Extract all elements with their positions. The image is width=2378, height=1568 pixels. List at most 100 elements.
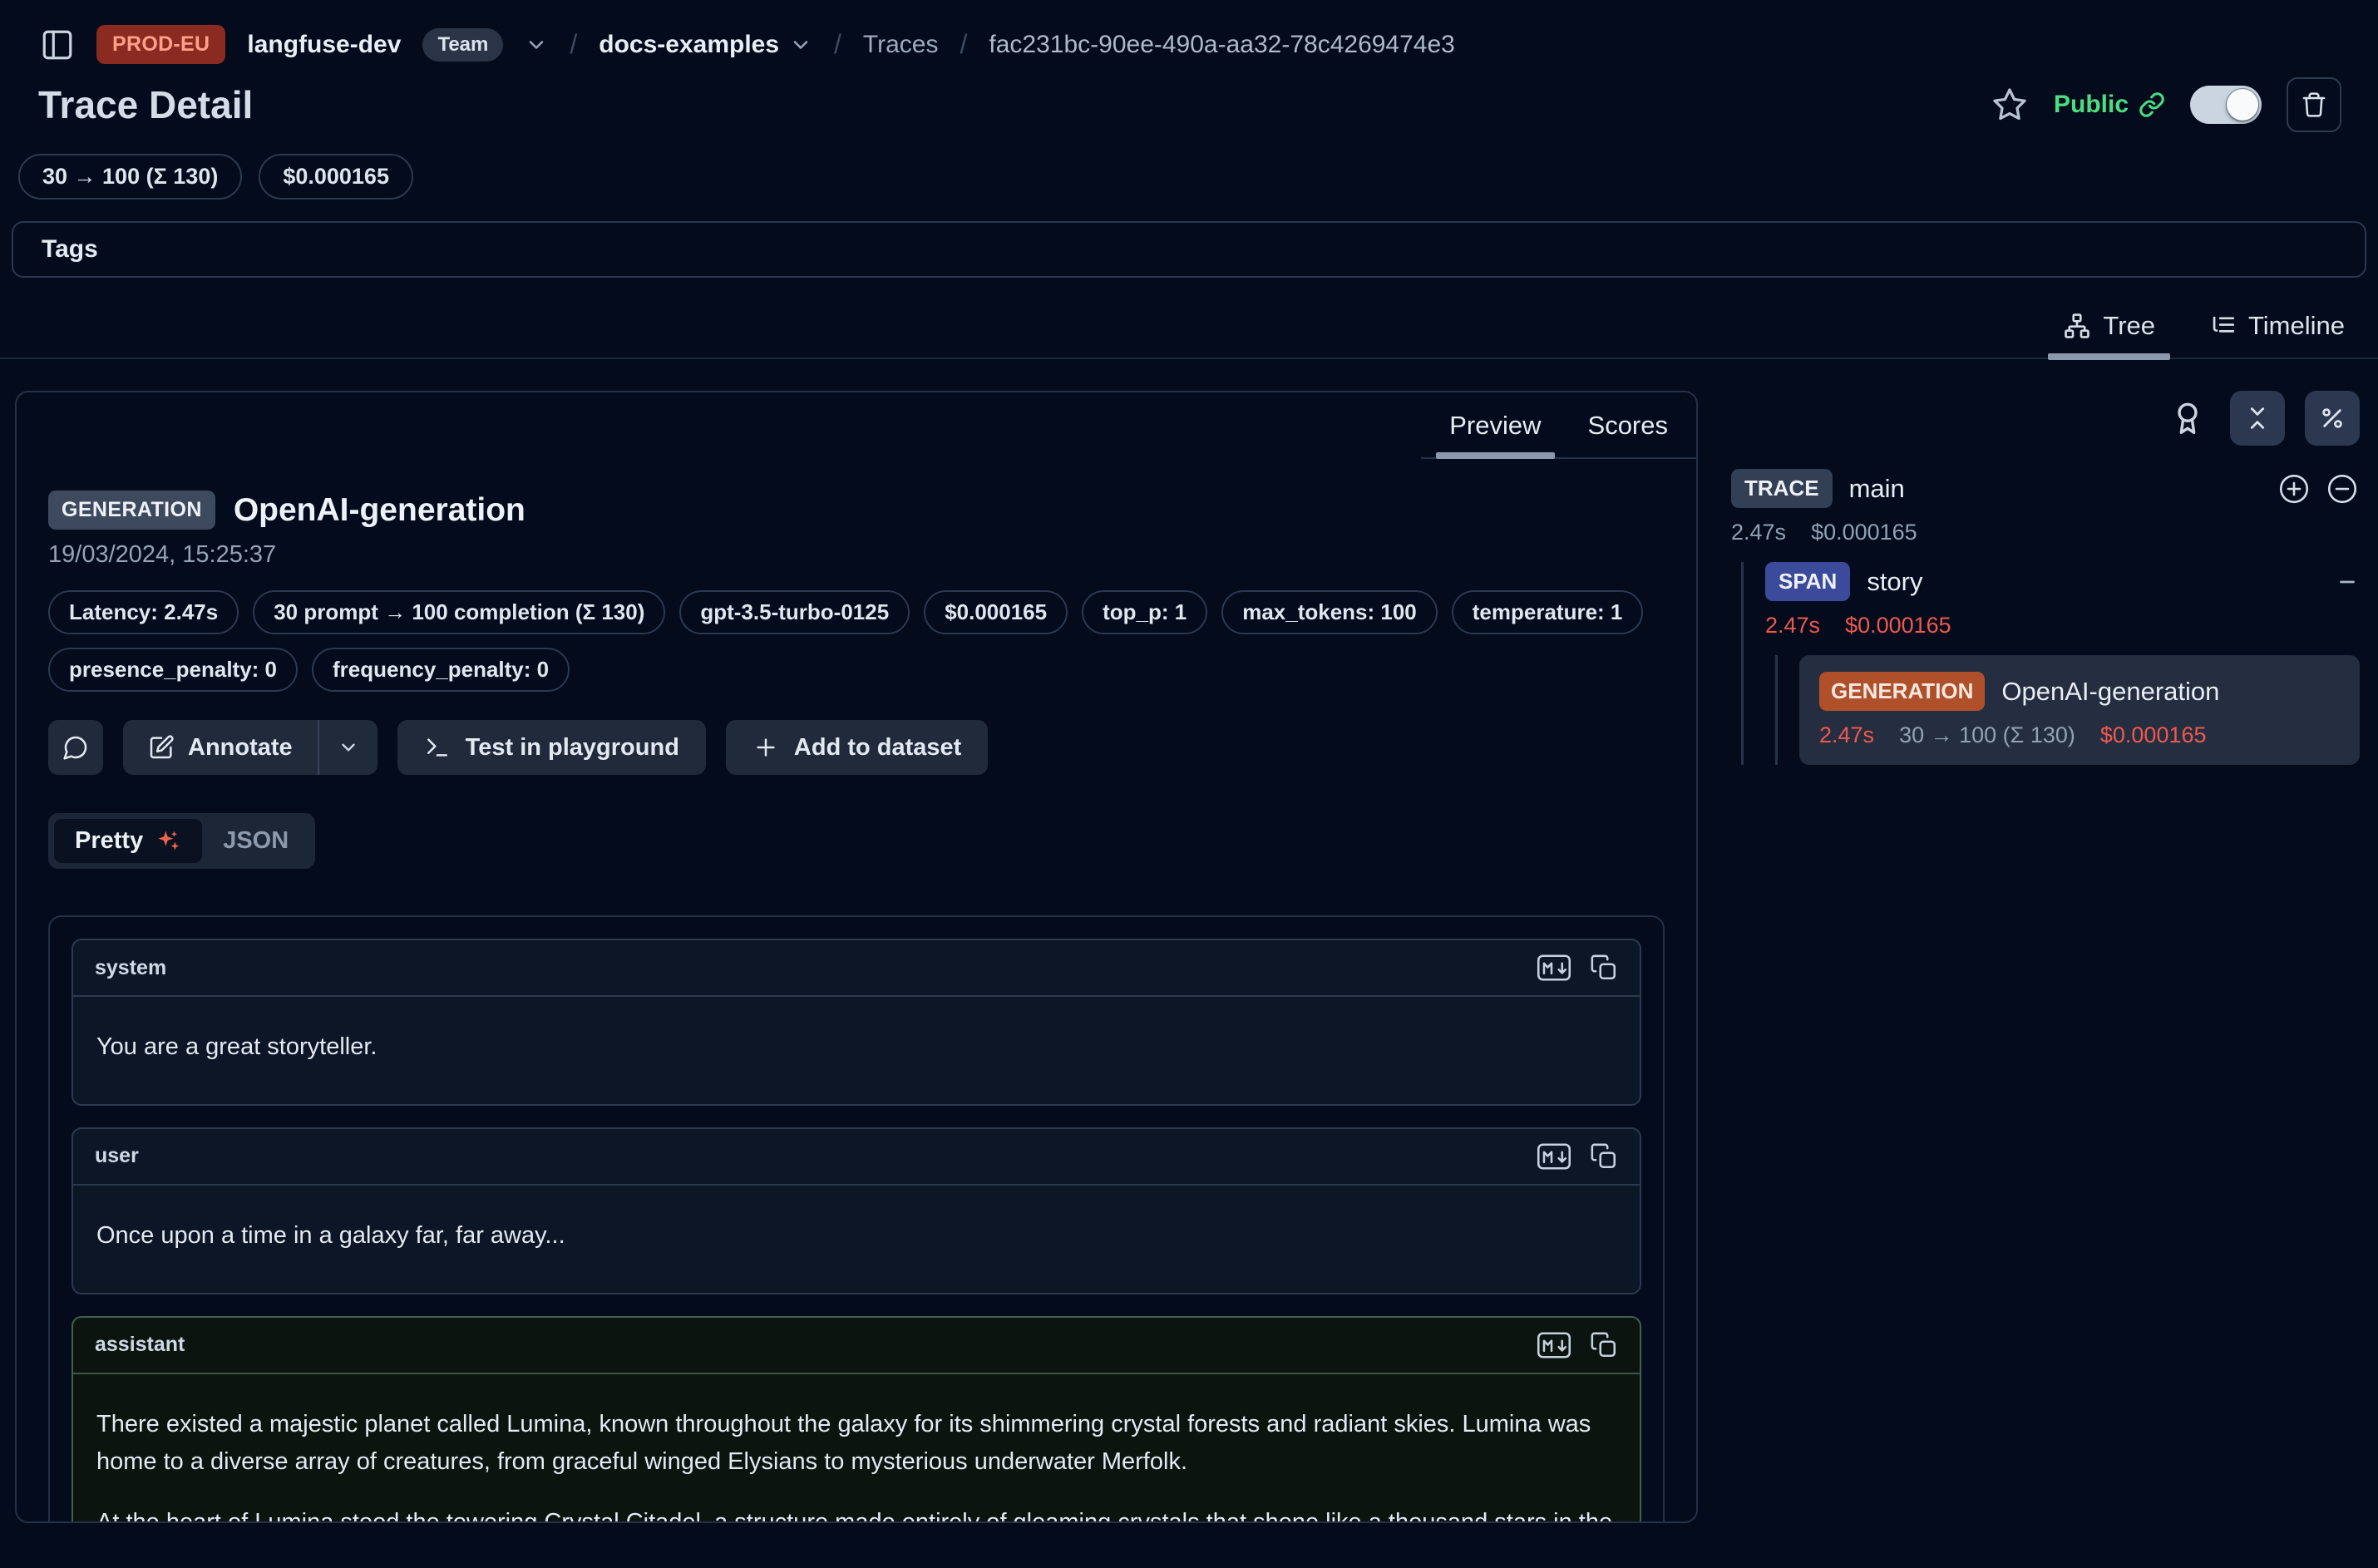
trash-icon bbox=[2301, 91, 2327, 118]
terminal-icon bbox=[424, 734, 451, 761]
award-icon[interactable] bbox=[2168, 399, 2210, 437]
presence-penalty-badge: presence_penalty: 0 bbox=[48, 648, 298, 692]
environment-badge[interactable]: PROD-EU bbox=[96, 25, 225, 64]
percent-icon bbox=[2319, 405, 2346, 431]
message-content: You are a great storyteller. bbox=[73, 997, 1640, 1104]
collapse-node-icon[interactable] bbox=[2335, 570, 2360, 594]
token-usage-badge: 30 prompt → 100 completion (Σ 130) bbox=[253, 590, 665, 634]
zoom-in-icon[interactable] bbox=[2277, 471, 2311, 506]
span-metrics: 2.47s $0.000165 bbox=[1765, 613, 2360, 639]
format-pretty-button[interactable]: Pretty bbox=[54, 819, 202, 863]
message-system: system You are a great storyteller. bbox=[72, 939, 1641, 1106]
breadcrumb-traces[interactable]: Traces bbox=[863, 31, 939, 59]
tree-node-generation-selected[interactable]: GENERATION OpenAI-generation 2.47s 30 → … bbox=[1799, 655, 2360, 765]
panel-tablist: Preview Scores bbox=[1421, 392, 1696, 459]
observation-type-badge: GENERATION bbox=[48, 491, 215, 530]
trace-cost: $0.000165 bbox=[1811, 520, 1917, 545]
copy-icon[interactable] bbox=[1590, 1331, 1618, 1359]
zoom-out-icon[interactable] bbox=[2325, 471, 2360, 506]
tags-label: Tags bbox=[42, 235, 98, 263]
message-user: user Once upon a time in a galaxy far, f… bbox=[72, 1127, 1641, 1294]
add-to-dataset-button[interactable]: Add to dataset bbox=[726, 720, 988, 775]
tags-container[interactable]: Tags bbox=[12, 221, 2366, 278]
span-latency: 2.47s bbox=[1765, 613, 1820, 639]
assistant-paragraph: At the heart of Lumina stood the towerin… bbox=[96, 1504, 1616, 1523]
breadcrumb-org[interactable]: langfuse-dev bbox=[247, 31, 401, 59]
markdown-toggle-icon[interactable] bbox=[1537, 1142, 1571, 1171]
project-chevron-down-icon[interactable] bbox=[789, 33, 812, 57]
public-label: Public bbox=[2054, 91, 2129, 119]
tab-preview[interactable]: Preview bbox=[1426, 392, 1564, 457]
top-p-badge: top_p: 1 bbox=[1082, 590, 1207, 634]
copy-icon[interactable] bbox=[1590, 1142, 1618, 1171]
message-content: There existed a majestic planet called L… bbox=[73, 1374, 1640, 1523]
trace-tree-panel: TRACE main 2.47s $0.000165 bbox=[1698, 391, 2378, 765]
tree-node-span[interactable]: SPAN story bbox=[1765, 562, 2360, 601]
generation-cost: $0.000165 bbox=[2100, 722, 2207, 748]
delete-trace-button[interactable] bbox=[2287, 77, 2341, 132]
markdown-toggle-icon[interactable] bbox=[1537, 1331, 1571, 1359]
generation-name: OpenAI-generation bbox=[2001, 677, 2219, 707]
tab-scores[interactable]: Scores bbox=[1565, 392, 1691, 457]
breadcrumb-trace-id: fac231bc-90ee-490a-aa32-78c4269474e3 bbox=[989, 31, 1454, 59]
trace-badge: TRACE bbox=[1731, 469, 1833, 508]
page-title: Trace Detail bbox=[38, 82, 253, 127]
format-json-button[interactable]: JSON bbox=[202, 819, 309, 863]
chevrons-collapse-icon bbox=[2244, 405, 2271, 431]
temperature-badge: temperature: 1 bbox=[1452, 590, 1644, 634]
breadcrumb-separator: / bbox=[570, 29, 577, 60]
message-content: Once upon a time in a galaxy far, far aw… bbox=[73, 1186, 1640, 1293]
trace-tokens-badge: 30 → 100 (Σ 130) bbox=[18, 154, 242, 200]
metrics-percent-button[interactable] bbox=[2305, 391, 2360, 446]
annotate-dropdown-button[interactable] bbox=[319, 737, 377, 758]
org-type-badge: Team bbox=[422, 28, 503, 62]
chevron-down-icon bbox=[338, 737, 359, 758]
messages-container: system You are a great storyteller. bbox=[48, 915, 1665, 1523]
model-badge[interactable]: gpt-3.5-turbo-0125 bbox=[679, 590, 910, 634]
trace-name: main bbox=[1849, 474, 1905, 504]
observation-title: OpenAI-generation bbox=[234, 492, 525, 529]
tree-node-trace[interactable]: TRACE main bbox=[1731, 469, 2360, 508]
latency-badge: Latency: 2.47s bbox=[48, 590, 239, 634]
cost-badge: $0.000165 bbox=[924, 590, 1068, 634]
collapse-all-button[interactable] bbox=[2230, 391, 2285, 446]
annotate-button[interactable]: Annotate bbox=[123, 734, 318, 762]
trace-cost-badge: $0.000165 bbox=[259, 154, 413, 200]
copy-icon[interactable] bbox=[1590, 954, 1618, 982]
breadcrumb-project[interactable]: docs-examples bbox=[599, 31, 812, 59]
max-tokens-badge: max_tokens: 100 bbox=[1221, 590, 1438, 634]
message-role: system bbox=[95, 956, 166, 980]
comment-icon bbox=[62, 734, 89, 761]
trace-metrics: 2.47s $0.000165 bbox=[1731, 520, 2360, 545]
message-role: user bbox=[95, 1144, 139, 1168]
span-cost: $0.000165 bbox=[1845, 613, 1951, 639]
annotate-split-button: Annotate bbox=[123, 720, 377, 775]
favorite-star-icon[interactable] bbox=[1991, 86, 2029, 124]
markdown-toggle-icon[interactable] bbox=[1537, 954, 1571, 982]
timeline-icon bbox=[2208, 312, 2237, 340]
span-badge: SPAN bbox=[1765, 562, 1850, 601]
tab-timeline[interactable]: Timeline bbox=[2197, 303, 2356, 357]
frequency-penalty-badge: frequency_penalty: 0 bbox=[312, 648, 570, 692]
sparkles-icon bbox=[155, 828, 181, 855]
observation-timestamp: 19/03/2024, 15:25:37 bbox=[48, 541, 1665, 569]
breadcrumb-separator: / bbox=[960, 29, 968, 60]
format-toggle: Pretty JSON bbox=[48, 813, 315, 869]
tab-tree[interactable]: Tree bbox=[2051, 303, 2167, 357]
comment-button[interactable] bbox=[48, 720, 103, 775]
public-toggle[interactable] bbox=[2190, 86, 2262, 124]
breadcrumb: PROD-EU langfuse-dev Team / docs-example… bbox=[0, 0, 2378, 64]
org-chevron-down-icon[interactable] bbox=[525, 33, 548, 57]
toggle-knob bbox=[2227, 89, 2258, 121]
public-link[interactable]: Public bbox=[2054, 91, 2165, 119]
generation-tokens: 30 → 100 (Σ 130) bbox=[1899, 722, 2075, 748]
sidebar-toggle-icon[interactable] bbox=[40, 27, 75, 62]
message-role: assistant bbox=[95, 1333, 185, 1357]
generation-badge: GENERATION bbox=[1819, 672, 1985, 711]
plus-icon bbox=[752, 734, 779, 761]
breadcrumb-separator: / bbox=[834, 29, 841, 60]
generation-metrics: 2.47s 30 → 100 (Σ 130) $0.000165 bbox=[1819, 722, 2340, 748]
test-in-playground-button[interactable]: Test in playground bbox=[397, 720, 706, 775]
generation-latency: 2.47s bbox=[1819, 722, 1874, 748]
preview-panel: Preview Scores GENERATION OpenAI-generat… bbox=[15, 391, 1698, 1523]
